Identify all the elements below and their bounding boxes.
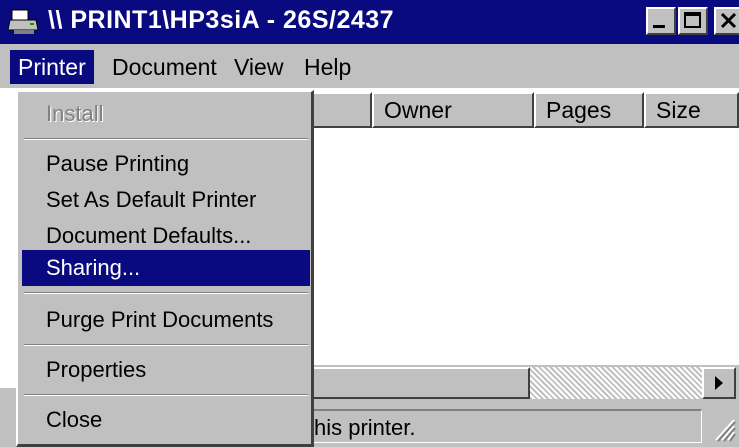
menu-item-install[interactable]: Install (22, 96, 310, 132)
column-header-size[interactable]: Size (644, 92, 739, 128)
menu-printer[interactable]: Printer (10, 50, 94, 84)
menu-item-close[interactable]: Close (22, 402, 310, 438)
menu-help[interactable]: Help (296, 50, 359, 84)
menu-item-properties[interactable]: Properties (22, 352, 310, 388)
menu-bar: Printer Document View Help (0, 44, 739, 88)
menu-item-purge-print-documents[interactable]: Purge Print Documents (22, 302, 310, 338)
horizontal-scrollbar[interactable] (310, 365, 739, 401)
maximize-button[interactable] (678, 7, 708, 35)
window-title: \\ PRINT1\HP3siA - 26S/2437 (48, 6, 395, 34)
menu-view[interactable]: View (226, 50, 291, 84)
menu-item-pause-printing[interactable]: Pause Printing (22, 146, 310, 182)
status-text: his printer. (312, 409, 702, 443)
arrow-right-icon (715, 376, 723, 390)
resize-grip-icon[interactable] (708, 412, 736, 442)
maximize-icon (684, 12, 701, 28)
minimize-button[interactable] (646, 7, 676, 35)
print-queue-window: \\ PRINT1\HP3siA - 26S/2437 Printer Docu… (0, 0, 739, 447)
menu-item-set-default-printer[interactable]: Set As Default Printer (22, 182, 310, 218)
printer-icon (8, 9, 39, 34)
menu-document[interactable]: Document (104, 50, 225, 84)
menu-separator (24, 344, 308, 346)
close-icon (720, 12, 737, 29)
minimize-icon (653, 25, 665, 28)
title-bar[interactable]: \\ PRINT1\HP3siA - 26S/2437 (0, 0, 739, 44)
menu-separator (24, 394, 308, 396)
scroll-right-button[interactable] (702, 367, 736, 399)
scroll-thumb[interactable] (310, 367, 530, 399)
menu-separator (24, 138, 308, 140)
menu-item-sharing[interactable]: Sharing... (22, 250, 310, 286)
menu-separator (24, 292, 308, 294)
menu-item-document-defaults[interactable]: Document Defaults... (22, 218, 310, 254)
scroll-track[interactable] (530, 367, 705, 399)
column-header-pages[interactable]: Pages (534, 92, 644, 128)
close-button[interactable] (714, 7, 739, 35)
printer-menu-dropdown: Install Pause Printing Set As Default Pr… (16, 90, 314, 447)
column-header-owner[interactable]: Owner (372, 92, 534, 128)
